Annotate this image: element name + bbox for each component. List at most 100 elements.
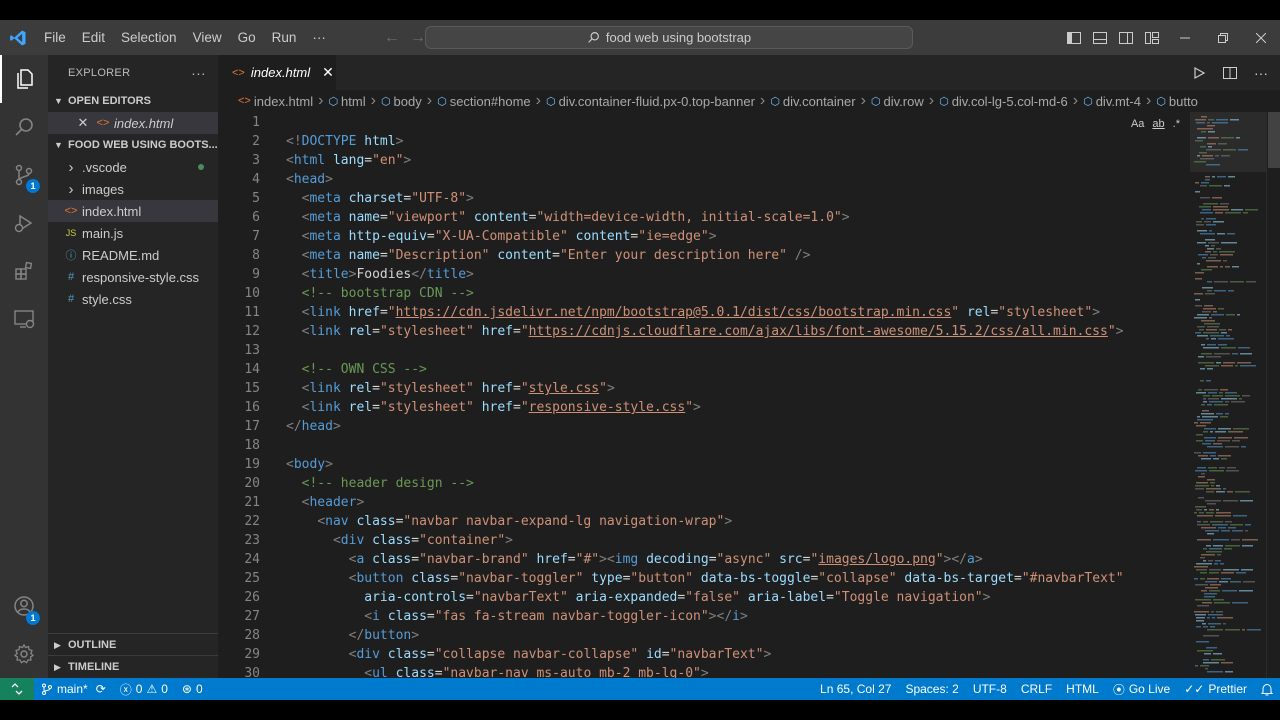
explorer-activity[interactable] [0,55,48,103]
file-item-style-css[interactable]: # style.css [48,288,218,310]
source-control-activity[interactable]: 1 [0,151,48,199]
breadcrumb-item[interactable]: section#home [450,94,531,109]
restore-button[interactable] [1204,20,1242,55]
end-of-line[interactable]: CRLF [1014,682,1059,696]
breadcrumb-item[interactable]: div.mt-4 [1096,94,1141,109]
scrollbar-thumb[interactable] [1268,112,1280,168]
minimap-viewport[interactable] [1190,112,1266,172]
minimap-line [1207,479,1215,481]
minimap-line [1205,293,1215,295]
forward-arrow-icon[interactable]: → [410,29,426,47]
breadcrumb-item[interactable]: body [394,94,422,109]
minimap-line [1197,419,1213,421]
back-arrow-icon[interactable]: ← [384,29,400,47]
close-icon[interactable]: ✕ [322,64,334,81]
run-icon[interactable] [1192,66,1206,80]
file-item-vscode[interactable]: › .vscode [48,156,218,178]
ports-indicator[interactable]: ⊛ 0 [175,682,210,696]
more-actions-icon[interactable]: ··· [1254,65,1268,81]
breadcrumb-item[interactable]: index.html [254,94,313,109]
code-token: rel [966,305,991,320]
outline-section[interactable]: ▶ OUTLINE [48,633,218,656]
code-token: <!-- header design --> [301,476,474,491]
breadcrumb-item[interactable]: div.col-lg-5.col-md-6 [952,94,1068,109]
minimap-line [1212,122,1228,124]
sync-icon[interactable]: ⟳ [96,682,106,696]
menu-item-view[interactable]: View [185,20,230,55]
close-window-button[interactable] [1242,20,1280,55]
open-editors-section[interactable]: ▼ OPEN EDITORS [48,90,218,112]
command-center-search[interactable]: food web using bootstrap [425,26,913,49]
breadcrumb-item[interactable]: div.container-fluid.px-0.top-banner [559,94,755,109]
project-folder-section[interactable]: ▼ FOOD WEB USING BOOTS... [48,134,218,156]
breadcrumb-item[interactable]: html [341,94,366,109]
minimap[interactable] [1190,112,1266,678]
menu-item-more[interactable]: ··· [304,20,334,55]
code-token: name [348,210,380,225]
minimap-line [1209,317,1212,319]
cursor-position[interactable]: Ln 65, Col 27 [813,682,898,696]
remote-indicator[interactable] [0,678,34,700]
toggle-panel-icon[interactable] [1092,30,1108,46]
split-editor-icon[interactable] [1222,65,1238,81]
line-content: <div class="container"> [286,531,513,550]
menu-item-file[interactable]: File [36,20,74,55]
minimap-line [1204,437,1216,439]
menu-item-go[interactable]: Go [230,20,264,55]
go-live-button[interactable]: ⦿ Go Live [1106,681,1177,698]
indentation[interactable]: Spaces: 2 [898,682,965,696]
minimap-line [1204,509,1207,511]
open-editor-item[interactable]: ✕ <> index.html [48,112,218,134]
encoding[interactable]: UTF-8 [966,682,1014,696]
toggle-secondary-sidebar-icon[interactable] [1118,30,1134,46]
minimap-line [1209,509,1214,511]
manage-activity[interactable] [0,630,48,678]
code-token: < [364,609,373,624]
notifications-button[interactable] [1254,683,1280,696]
minimap-line [1213,206,1228,208]
timeline-section[interactable]: ▶ TIMELINE [48,655,218,678]
extensions-activity[interactable] [0,247,48,295]
run-debug-activity[interactable] [0,199,48,247]
customize-layout-icon[interactable] [1144,30,1160,46]
tab-index-html[interactable]: <> index.html ✕ [218,55,336,90]
minimap-line [1231,401,1245,403]
file-item-images[interactable]: › images [48,178,218,200]
minimap-line [1195,272,1204,274]
file-item-label: style.css [82,291,132,307]
code-token: = [379,305,388,320]
file-item-index-html[interactable]: <> index.html [48,200,218,222]
vertical-scrollbar[interactable] [1266,112,1280,678]
explorer-more-actions[interactable]: ··· [191,65,206,81]
minimap-line [1208,257,1216,259]
menu-item-selection[interactable]: Selection [113,20,185,55]
branch-indicator[interactable]: main* ⟳ [34,682,113,696]
close-icon[interactable]: ✕ [74,115,92,131]
vscode-logo-icon[interactable] [0,20,36,55]
minimap-line [1196,509,1202,511]
html-file-icon: <> [238,95,251,107]
code-editor[interactable]: Aa ab .* 1 2 <!DOCTYPE html> 3 <html lang="e… [218,112,1190,678]
accounts-activity[interactable]: 1 [0,582,48,630]
language-mode[interactable]: HTML [1059,682,1106,696]
breadcrumb-item[interactable]: div.container [783,94,856,109]
minimap-line [1203,548,1207,550]
file-item-README-md[interactable]: ⓘ README.md [48,244,218,266]
breadcrumb-item[interactable]: butto [1169,94,1198,109]
prettier-button[interactable]: ✓✓ Prettier [1177,682,1254,696]
menu-item-run[interactable]: Run [264,20,305,55]
breadcrumb-item[interactable]: div.row [884,94,924,109]
code-token: class [387,609,427,624]
menu-item-edit[interactable]: Edit [74,20,113,55]
minimize-button[interactable] [1166,20,1204,55]
search-activity[interactable] [0,103,48,151]
file-item-main-js[interactable]: JS main.js [48,222,218,244]
code-token: > [1115,324,1124,339]
toggle-primary-sidebar-icon[interactable] [1066,30,1082,46]
remote-explorer-activity[interactable] [0,295,48,343]
minimap-line [1212,176,1215,178]
problems-indicator[interactable]: ⓧ 0 ⚠ 0 [113,681,175,698]
minimap-line [1207,281,1212,283]
file-item-responsive-style-css[interactable]: # responsive-style.css [48,266,218,288]
